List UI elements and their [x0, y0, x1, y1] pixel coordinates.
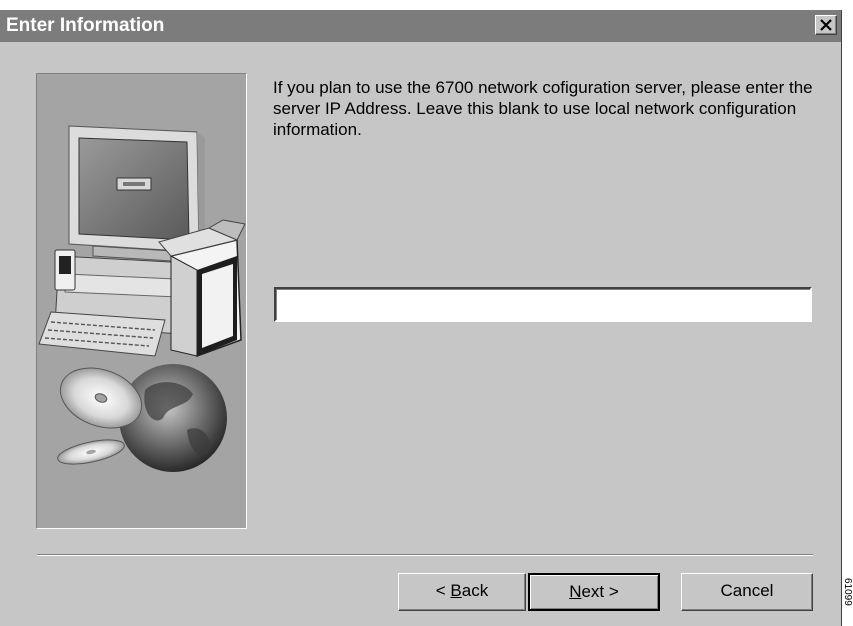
- cancel-button[interactable]: Cancel: [681, 573, 813, 611]
- title-bar[interactable]: Enter Information: [0, 10, 841, 42]
- setup-dialog: Enter Information If you plan to use the…: [0, 10, 842, 626]
- back-prefix: <: [435, 581, 451, 600]
- close-button[interactable]: [815, 15, 837, 35]
- instruction-text: If you plan to use the 6700 network cofi…: [273, 78, 813, 139]
- back-button[interactable]: < Back: [398, 573, 526, 611]
- dialog-title: Enter Information: [6, 15, 165, 36]
- figure-id-label: 61099: [842, 578, 853, 606]
- back-mnemonic: B: [450, 581, 462, 600]
- server-ip-address-input[interactable]: [274, 287, 812, 322]
- button-divider: [37, 554, 813, 556]
- close-icon: [820, 19, 832, 31]
- back-label-rest: ack: [461, 581, 489, 600]
- software-box-icon: [158, 219, 246, 357]
- next-mnemonic: N: [569, 582, 582, 601]
- next-label-rest: ext >: [581, 582, 619, 601]
- next-button[interactable]: Next >: [528, 573, 660, 611]
- setup-illustration: [36, 73, 247, 529]
